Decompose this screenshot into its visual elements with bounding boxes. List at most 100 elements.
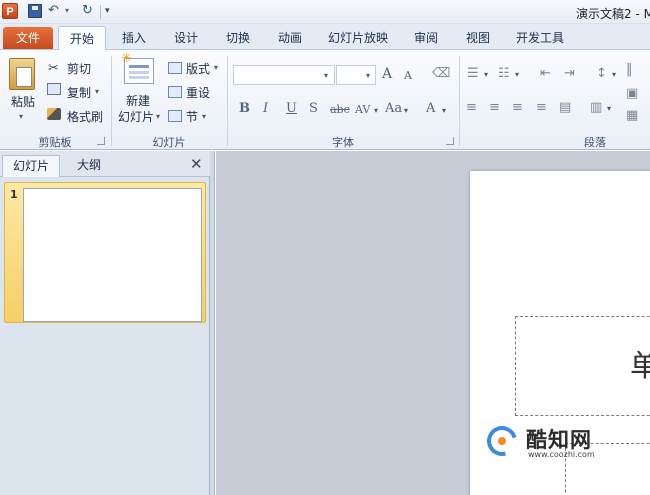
customize-quick-access-icon[interactable]: ▾	[105, 3, 110, 19]
format-painter-button[interactable]: 格式刷	[67, 108, 103, 125]
section-icon[interactable]	[168, 110, 182, 122]
ribbon-tab-bar: 文件 开始 插入 设计 切换 动画 幻灯片放映 审阅 视图 开发工具	[0, 24, 650, 51]
tab-developer[interactable]: 开发工具	[508, 26, 572, 50]
slides-pane: 幻灯片 大纲 ✕ 1	[0, 151, 210, 495]
pane-splitter[interactable]	[210, 151, 215, 495]
tab-home[interactable]: 开始	[58, 26, 106, 51]
watermark: 酷知网 www.coozhi.com	[481, 420, 617, 464]
columns-icon[interactable]: ▥	[590, 100, 602, 115]
scissors-icon[interactable]: ✂	[48, 61, 59, 76]
undo-icon[interactable]: ↶	[48, 3, 59, 19]
chevron-down-icon[interactable]: ▾	[515, 70, 519, 79]
chevron-down-icon[interactable]: ▾	[607, 104, 611, 113]
new-slide-dropdown-icon[interactable]: ▾	[156, 112, 160, 121]
font-group-label: 字体	[332, 136, 354, 149]
quick-access-separator	[100, 5, 101, 19]
reset-icon[interactable]	[168, 86, 182, 98]
chevron-down-icon[interactable]: ▾	[404, 106, 408, 115]
copy-button[interactable]: 复制	[67, 84, 91, 101]
tab-slides[interactable]: 幻灯片	[2, 155, 60, 177]
paragraph-group-label: 段落	[584, 136, 606, 149]
justify-icon[interactable]: ≡	[536, 100, 547, 115]
clear-formatting-icon[interactable]: ⌫	[432, 66, 450, 81]
distributed-icon[interactable]: ▤	[559, 100, 571, 115]
font-launcher-icon[interactable]	[446, 137, 454, 145]
copy-dropdown-icon[interactable]: ▾	[95, 87, 99, 96]
tab-design[interactable]: 设计	[166, 26, 206, 50]
layout-icon[interactable]	[168, 62, 182, 74]
shrink-font-button[interactable]: A	[404, 69, 412, 82]
close-icon[interactable]: ✕	[190, 155, 203, 173]
paste-button[interactable]: 粘贴	[11, 93, 35, 110]
cut-button[interactable]: 剪切	[67, 60, 91, 77]
text-direction-icon[interactable]: ‖	[626, 62, 633, 77]
bullets-icon[interactable]: ☰	[467, 66, 479, 81]
layout-button[interactable]: 版式	[186, 60, 210, 77]
group-separator	[111, 56, 112, 146]
title-placeholder[interactable]: 单	[515, 316, 650, 416]
align-text-icon[interactable]: ▣	[626, 86, 638, 101]
align-center-icon[interactable]: ≡	[489, 100, 500, 115]
character-spacing-button[interactable]: AV	[355, 103, 370, 116]
paste-dropdown-icon[interactable]: ▾	[19, 112, 23, 121]
group-separator	[227, 56, 228, 146]
new-slide-button-line2[interactable]: 幻灯片	[118, 108, 154, 125]
tab-transitions[interactable]: 切换	[218, 26, 258, 50]
layout-dropdown-icon[interactable]: ▾	[214, 63, 218, 72]
bold-button[interactable]: B	[239, 101, 250, 116]
tab-animations[interactable]: 动画	[270, 26, 310, 50]
reset-button[interactable]: 重设	[186, 84, 210, 101]
increase-indent-icon[interactable]: ⇥	[564, 66, 575, 81]
window-title: 演示文稿2 - M	[576, 7, 650, 21]
numbering-icon[interactable]: ☷	[498, 66, 510, 81]
new-slide-icon[interactable]	[121, 51, 154, 84]
tab-view[interactable]: 视图	[458, 26, 498, 50]
tab-outline[interactable]: 大纲	[60, 155, 118, 177]
slide-thumbnail-selected[interactable]: 1	[4, 182, 206, 323]
title-bar: P ↶ ▾ ↻ ▾ 演示文稿2 - M	[0, 0, 650, 24]
paste-icon[interactable]	[9, 58, 35, 90]
watermark-url: www.coozhi.com	[528, 450, 595, 459]
clipboard-launcher-icon[interactable]	[97, 137, 105, 145]
chevron-down-icon[interactable]: ▾	[374, 106, 378, 115]
pane-tab-strip: 幻灯片 大纲 ✕	[0, 151, 210, 177]
smartart-convert-icon[interactable]: ▦	[626, 108, 638, 123]
chevron-down-icon: ▾	[366, 71, 371, 80]
slide-thumbnail[interactable]	[23, 188, 202, 322]
group-separator	[459, 56, 460, 146]
font-family-dropdown[interactable]: ▾	[233, 65, 335, 85]
font-color-button[interactable]: A	[426, 101, 435, 116]
chevron-down-icon[interactable]: ▾	[442, 106, 446, 115]
shadow-button[interactable]: S	[309, 101, 318, 116]
grow-font-button[interactable]: A	[382, 66, 392, 82]
format-painter-icon[interactable]	[47, 108, 61, 120]
slide-number: 1	[10, 188, 18, 201]
clipboard-group-label: 剪贴板	[38, 136, 72, 149]
decrease-indent-icon[interactable]: ⇤	[540, 66, 551, 81]
section-dropdown-icon[interactable]: ▾	[202, 112, 206, 121]
underline-button[interactable]: U	[286, 101, 297, 116]
tab-file[interactable]: 文件	[3, 27, 53, 49]
section-button[interactable]: 节	[186, 108, 198, 125]
chevron-down-icon[interactable]: ▾	[612, 70, 616, 79]
align-right-icon[interactable]: ≡	[512, 100, 523, 115]
strikethrough-button[interactable]: abc	[330, 103, 350, 116]
powerpoint-app-icon[interactable]: P	[2, 3, 18, 19]
align-left-icon[interactable]: ≡	[466, 100, 477, 115]
italic-button[interactable]: I	[263, 101, 268, 116]
save-icon[interactable]	[28, 4, 42, 18]
chevron-down-icon[interactable]: ▾	[484, 70, 488, 79]
tab-slideshow[interactable]: 幻灯片放映	[322, 26, 394, 50]
copy-icon[interactable]	[47, 83, 61, 95]
tab-review[interactable]: 审阅	[406, 26, 446, 50]
new-slide-button[interactable]: 新建	[126, 92, 150, 109]
undo-dropdown-icon[interactable]: ▾	[65, 3, 69, 19]
change-case-button[interactable]: Aa	[385, 101, 402, 116]
watermark-logo-icon	[481, 420, 523, 462]
chevron-down-icon: ▾	[324, 71, 329, 80]
slides-group-label: 幻灯片	[152, 136, 186, 149]
redo-icon[interactable]: ↻	[82, 3, 93, 19]
tab-insert[interactable]: 插入	[114, 26, 154, 50]
font-size-dropdown[interactable]: ▾	[336, 65, 376, 85]
line-spacing-icon[interactable]: ↕	[596, 66, 607, 81]
